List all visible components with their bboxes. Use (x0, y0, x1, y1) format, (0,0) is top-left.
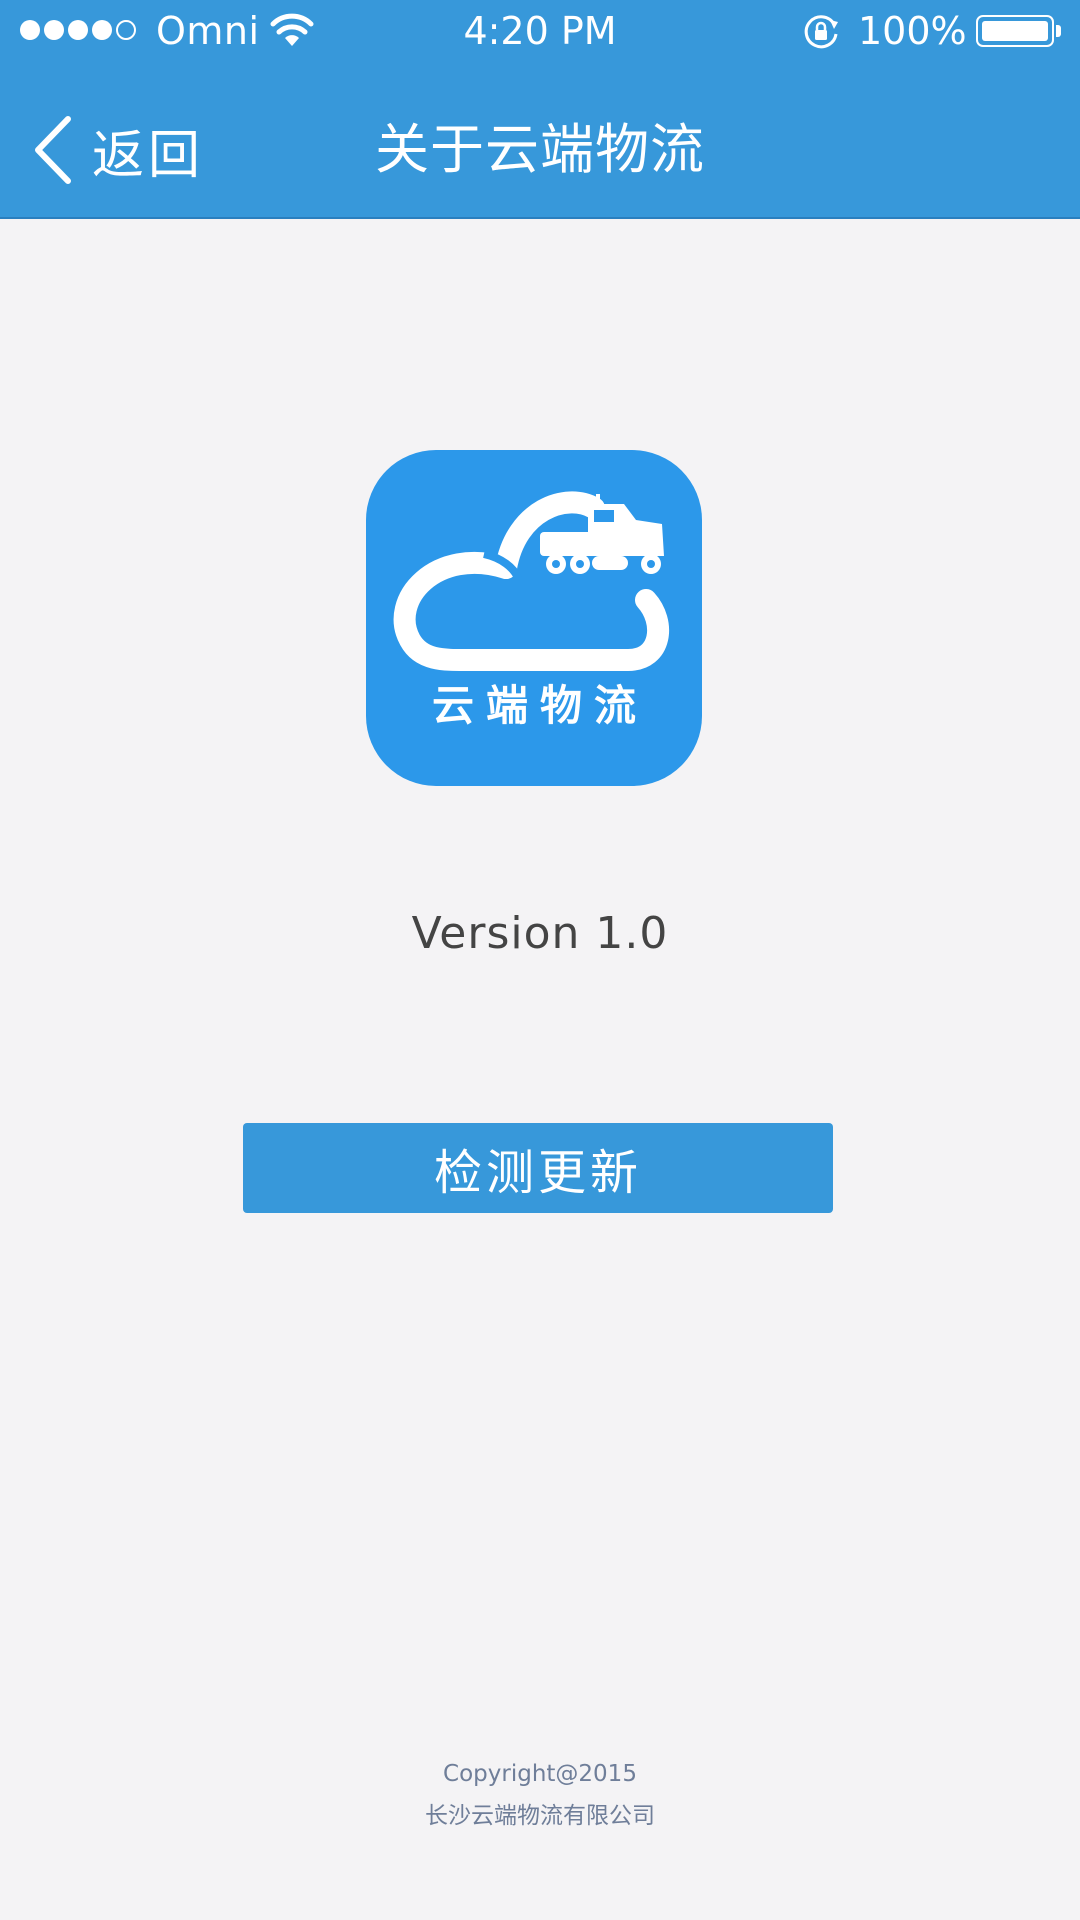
rotation-lock-icon (804, 15, 838, 49)
version-text: Version 1.0 (411, 908, 669, 959)
battery-icon (976, 15, 1054, 47)
cloud-truck-icon (393, 491, 670, 672)
check-update-button[interactable]: 检测更新 (243, 1123, 833, 1213)
battery-tip (1056, 25, 1061, 37)
copyright-text: Copyright@2015 (443, 1761, 637, 1787)
status-bar: Omni 4:20 PM 100% (0, 0, 1080, 64)
app-icon: 云端物流 (366, 450, 702, 786)
page-title: 关于云端物流 (375, 118, 705, 181)
app-icon-label: 云端物流 (431, 681, 648, 730)
top-bar: Omni 4:20 PM 100% 返回 关于云端物流 (0, 0, 1080, 219)
company-name: 长沙云端物流有限公司 (425, 1803, 655, 1829)
battery-percentage: 100% (858, 9, 967, 53)
footer: Copyright@2015 长沙云端物流有限公司 (0, 1756, 1080, 1834)
battery-fill (982, 21, 1048, 41)
